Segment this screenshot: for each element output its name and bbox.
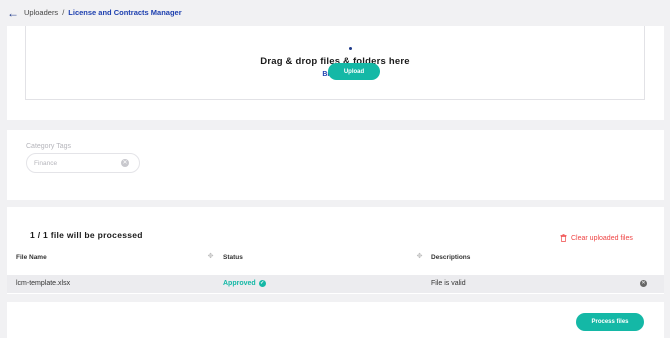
clear-uploaded-files-button[interactable]: Clear uploaded files — [560, 234, 633, 242]
clear-uploaded-files-label: Clear uploaded files — [571, 234, 633, 242]
upload-card: Drag & drop files & folders here Browse … — [7, 26, 664, 120]
remove-circle-icon[interactable]: ✕ — [640, 280, 647, 287]
file-name-cell: lcm-template.xlsx — [16, 280, 71, 287]
breadcrumb-current: License and Contracts Manager — [68, 8, 182, 17]
upload-button[interactable]: Upload — [328, 63, 380, 80]
breadcrumb: Uploaders / License and Contracts Manage… — [24, 8, 182, 17]
category-tags-select[interactable]: Finance ✕ — [26, 153, 140, 173]
close-circle-icon[interactable]: ✕ — [121, 159, 129, 167]
trash-icon — [560, 234, 567, 242]
column-header-file-name[interactable]: File Name — [16, 254, 47, 261]
breadcrumb-uploaders[interactable]: Uploaders — [24, 8, 58, 17]
sort-icon[interactable]: ✥ — [207, 253, 214, 260]
category-tags-label: Category Tags — [26, 143, 72, 150]
category-tags-value: Finance — [34, 160, 58, 167]
status-cell: Approved ✓ — [223, 280, 266, 287]
upload-icon — [349, 47, 352, 50]
column-header-descriptions[interactable]: Descriptions — [431, 254, 470, 261]
process-card: Process files — [7, 302, 664, 338]
sort-icon[interactable]: ✥ — [416, 253, 423, 260]
files-card: 1 / 1 file will be processed Clear uploa… — [7, 207, 664, 294]
drop-zone[interactable]: Drag & drop files & folders here Browse … — [25, 26, 645, 100]
back-arrow-icon[interactable]: ← — [7, 7, 19, 19]
check-circle-icon: ✓ — [258, 280, 266, 287]
files-count-title: 1 / 1 file will be processed — [30, 230, 143, 240]
status-label: Approved — [223, 280, 256, 287]
column-header-status[interactable]: Status — [223, 254, 243, 261]
breadcrumb-separator: / — [62, 8, 65, 17]
process-files-button[interactable]: Process files — [576, 313, 644, 331]
category-card: Category Tags Finance ✕ — [7, 130, 664, 200]
table-row: lcm-template.xlsx Approved ✓ File is val… — [7, 275, 664, 293]
description-cell: File is valid — [431, 280, 466, 287]
top-bar: ← Uploaders / License and Contracts Mana… — [0, 0, 670, 26]
